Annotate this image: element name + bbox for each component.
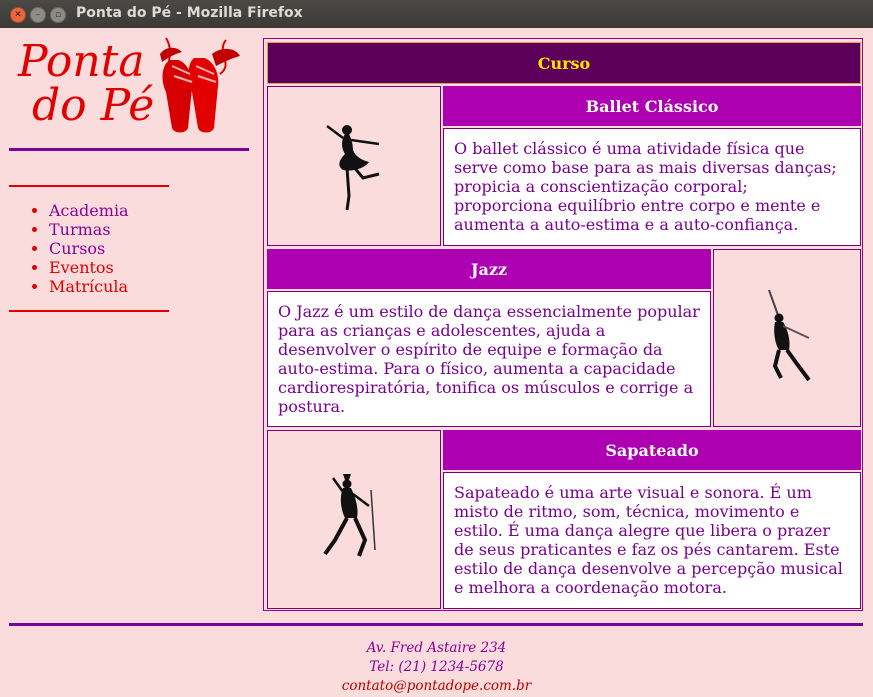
course-title-sapateado: Sapateado xyxy=(443,430,861,470)
nav-link-academia[interactable]: Academia xyxy=(49,201,129,220)
tap-dancer-icon xyxy=(323,473,376,557)
ballet-dancer-icon xyxy=(326,125,380,211)
page-footer: Av. Fred Astaire 234 Tel: (21) 1234-5678… xyxy=(0,639,873,696)
header-divider xyxy=(9,148,249,151)
footer-phone: Tel: (21) 1234-5678 xyxy=(369,659,504,675)
ballet-image-cell xyxy=(267,86,441,246)
course-description-sapateado: Sapateado é uma arte visual e sonora. É … xyxy=(443,472,861,609)
course-title-ballet: Ballet Clássico xyxy=(443,86,861,126)
nav-top-rule xyxy=(9,185,169,187)
site-logo[interactable]: Ponta do Pé xyxy=(14,36,244,141)
jazz-image-cell xyxy=(713,249,861,427)
nav-item-cursos[interactable]: Cursos xyxy=(49,239,169,258)
nav-item-academia[interactable]: Academia xyxy=(49,201,169,220)
nav-bottom-rule xyxy=(9,310,169,312)
footer-address: Av. Fred Astaire 234 xyxy=(366,640,507,656)
course-description-jazz: O Jazz é um estilo de dança essencialmen… xyxy=(267,291,711,427)
logo-line-2: do Pé xyxy=(32,80,155,131)
close-icon: ✕ xyxy=(14,9,22,20)
courses-table-header: Curso xyxy=(267,42,861,84)
minimize-window-button[interactable]: – xyxy=(30,7,46,23)
maximize-window-button[interactable]: ▫ xyxy=(50,7,66,23)
course-description-ballet: O ballet clássico é uma atividade física… xyxy=(443,128,861,246)
ballet-shoes-icon xyxy=(160,37,240,133)
page-body: Ponta do Pé Academia Turmas Cursos Event… xyxy=(0,28,873,697)
nav-link-eventos[interactable]: Eventos xyxy=(49,258,114,277)
window-titlebar: ✕ – ▫ Ponta do Pé - Mozilla Firefox xyxy=(0,0,873,28)
nav-link-cursos[interactable]: Cursos xyxy=(49,239,105,258)
nav-item-eventos[interactable]: Eventos xyxy=(49,258,169,277)
nav-link-matricula[interactable]: Matrícula xyxy=(49,277,128,296)
footer-email-link[interactable]: contato@pontadope.com.br xyxy=(0,677,873,696)
nav-item-matricula[interactable]: Matrícula xyxy=(49,277,169,296)
nav-list: Academia Turmas Cursos Eventos Matrícula xyxy=(9,201,169,296)
main-nav: Academia Turmas Cursos Eventos Matrícula xyxy=(9,185,169,312)
window-title: Ponta do Pé - Mozilla Firefox xyxy=(76,5,303,21)
nav-item-turmas[interactable]: Turmas xyxy=(49,220,169,239)
logo-text: Ponta do Pé xyxy=(18,40,154,128)
sapateado-image-cell xyxy=(267,430,441,609)
minimize-icon: – xyxy=(35,9,41,20)
nav-link-turmas[interactable]: Turmas xyxy=(49,220,111,239)
maximize-icon: ▫ xyxy=(54,9,62,20)
courses-table: Curso Ballet Clássico O ballet clássico … xyxy=(263,38,863,611)
jazz-dancer-icon xyxy=(768,289,811,382)
footer-divider xyxy=(9,623,863,626)
close-window-button[interactable]: ✕ xyxy=(10,7,26,23)
course-title-jazz: Jazz xyxy=(267,249,711,289)
